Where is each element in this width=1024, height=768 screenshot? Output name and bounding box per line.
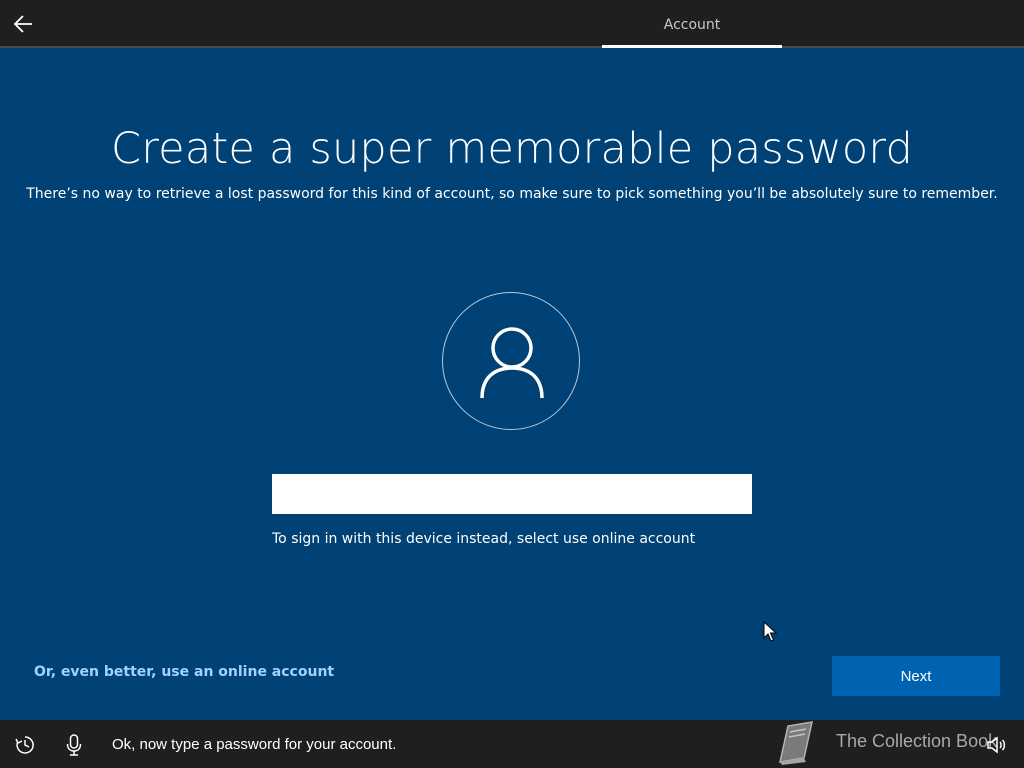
tab-account-underline bbox=[602, 45, 782, 48]
tab-account[interactable]: Account bbox=[602, 0, 782, 46]
page-subtitle: There’s no way to retrieve a lost passwo… bbox=[26, 186, 998, 202]
back-arrow-icon bbox=[13, 15, 32, 33]
watermark-text: The Collection Book bbox=[836, 731, 998, 751]
top-bar bbox=[0, 0, 1024, 46]
volume-icon[interactable] bbox=[986, 735, 1008, 755]
user-icon bbox=[480, 327, 544, 398]
sign-in-hint: To sign in with this device instead, sel… bbox=[272, 531, 696, 547]
cortana-prompt: Ok, now type a password for your account… bbox=[112, 736, 397, 753]
page-title: Create a super memorable password bbox=[111, 124, 913, 174]
ease-of-access-icon[interactable] bbox=[14, 734, 36, 756]
online-account-link[interactable]: Or, even better, use an online account bbox=[34, 664, 334, 680]
next-button[interactable]: Next bbox=[832, 656, 1000, 696]
back-button[interactable] bbox=[10, 10, 38, 38]
top-bar-divider bbox=[0, 46, 1024, 48]
password-field[interactable] bbox=[272, 474, 752, 514]
mouse-cursor bbox=[763, 621, 777, 642]
microphone-icon[interactable] bbox=[64, 734, 84, 756]
book-logo bbox=[779, 721, 813, 765]
avatar bbox=[442, 292, 580, 430]
